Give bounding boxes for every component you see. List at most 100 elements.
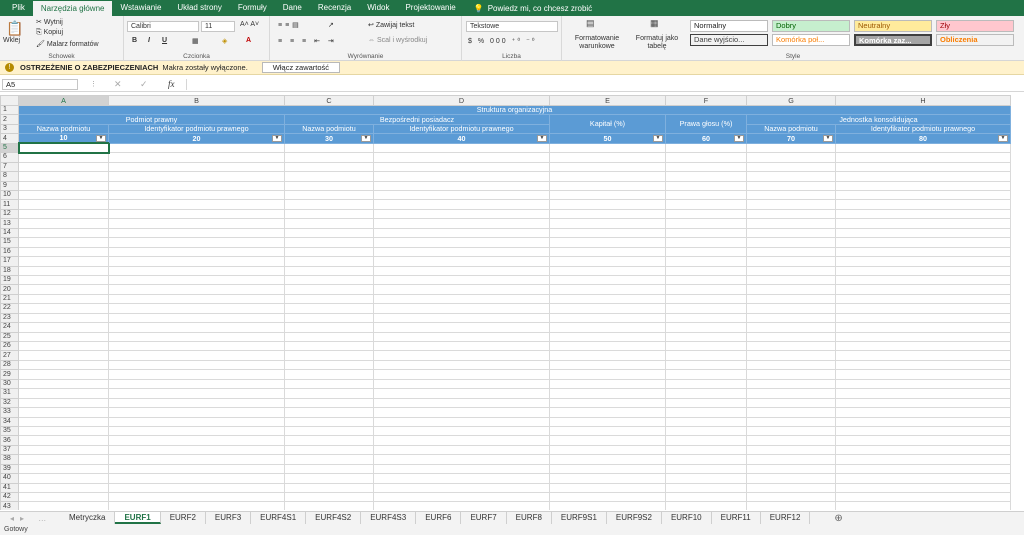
cell[interactable] <box>284 171 374 182</box>
add-sheet-icon[interactable]: ⊕ <box>834 513 842 524</box>
cell[interactable] <box>373 407 550 418</box>
cell[interactable] <box>108 237 285 248</box>
filter-code-cell[interactable]: 70 ▼ <box>746 133 836 144</box>
row-header-15[interactable]: 15 <box>0 237 19 248</box>
row-header-13[interactable]: 13 <box>0 218 19 229</box>
format-painter-button[interactable]: 🖌 Malarz formatów <box>36 40 99 48</box>
column-label-cell[interactable]: Identyfikator podmiotu prawnego <box>835 123 1011 135</box>
cell[interactable] <box>835 491 1011 503</box>
cell[interactable] <box>746 246 836 258</box>
cell[interactable] <box>108 161 285 173</box>
cell[interactable] <box>746 284 836 295</box>
cell[interactable] <box>284 227 374 239</box>
cell[interactable] <box>549 482 666 494</box>
cell[interactable] <box>373 322 550 333</box>
cell[interactable] <box>18 482 109 494</box>
cell[interactable] <box>108 359 285 371</box>
cell[interactable] <box>108 425 285 437</box>
cell[interactable] <box>18 378 109 390</box>
cell[interactable] <box>18 340 109 352</box>
cell[interactable] <box>746 303 836 314</box>
cell[interactable] <box>284 180 374 192</box>
sheet-tab-eurf4s3[interactable]: EURF4S3 <box>361 512 417 524</box>
cell[interactable] <box>746 218 836 229</box>
cell[interactable] <box>108 265 285 276</box>
cell[interactable] <box>835 425 1011 437</box>
cell[interactable] <box>665 350 747 361</box>
cell[interactable] <box>373 142 550 154</box>
cell[interactable] <box>549 340 666 352</box>
cell[interactable] <box>746 237 836 248</box>
cell[interactable] <box>746 208 836 220</box>
cell[interactable] <box>746 444 836 456</box>
cell[interactable] <box>665 416 747 427</box>
row-header-2[interactable]: 2 <box>0 114 19 125</box>
italic-button[interactable]: I <box>148 37 150 44</box>
cell[interactable] <box>108 152 285 163</box>
cell[interactable] <box>284 237 374 248</box>
cell[interactable] <box>746 161 836 173</box>
cell[interactable] <box>284 369 374 380</box>
cell[interactable] <box>18 369 109 380</box>
cell[interactable] <box>746 331 836 343</box>
cell[interactable] <box>18 237 109 248</box>
cell[interactable] <box>665 340 747 352</box>
cell[interactable] <box>373 274 550 286</box>
select-all-corner[interactable] <box>0 95 19 106</box>
cell[interactable] <box>373 189 550 201</box>
cell[interactable] <box>18 435 109 446</box>
cell[interactable] <box>373 265 550 276</box>
row-header-3[interactable]: 3 <box>0 123 19 135</box>
cell[interactable] <box>18 473 109 484</box>
cell[interactable] <box>665 189 747 201</box>
cell[interactable] <box>284 378 374 390</box>
bold-button[interactable]: B <box>132 37 137 44</box>
row-header-6[interactable]: 6 <box>0 152 19 163</box>
cell[interactable] <box>18 208 109 220</box>
cell[interactable] <box>746 322 836 333</box>
cell[interactable] <box>665 293 747 305</box>
cell[interactable] <box>746 482 836 494</box>
cell[interactable] <box>549 161 666 173</box>
sheet-tab-eurf12[interactable]: EURF12 <box>761 512 811 524</box>
cell[interactable] <box>108 256 285 267</box>
cell[interactable] <box>665 256 747 267</box>
cell[interactable] <box>549 388 666 399</box>
cell[interactable] <box>835 359 1011 371</box>
filter-code-cell[interactable]: 20 ▼ <box>108 133 285 144</box>
cell[interactable] <box>549 189 666 201</box>
cell[interactable] <box>373 369 550 380</box>
cell[interactable] <box>835 274 1011 286</box>
cell[interactable] <box>746 312 836 324</box>
cell[interactable] <box>549 208 666 220</box>
column-label-cell[interactable]: Identyfikator podmiotu prawnego <box>373 123 550 135</box>
cell[interactable] <box>284 340 374 352</box>
cell[interactable] <box>665 284 747 295</box>
sheet-tab-eurf2[interactable]: EURF2 <box>161 512 206 524</box>
cell[interactable] <box>549 444 666 456</box>
cell[interactable] <box>835 265 1011 276</box>
cell[interactable] <box>746 142 836 154</box>
currency-icon[interactable]: $ % 000 ⁺⁰ ⁻⁰ <box>468 37 537 45</box>
cell[interactable] <box>373 199 550 210</box>
title-cell[interactable]: Struktura organizacyjna <box>18 104 1011 116</box>
cell[interactable] <box>549 322 666 333</box>
cell[interactable] <box>746 265 836 276</box>
cell[interactable] <box>835 199 1011 210</box>
cell[interactable] <box>108 435 285 446</box>
cell[interactable] <box>746 227 836 239</box>
cell[interactable] <box>108 378 285 390</box>
cell[interactable] <box>835 482 1011 494</box>
row-header-14[interactable]: 14 <box>0 227 19 239</box>
row-header-40[interactable]: 40 <box>0 473 19 484</box>
row-header-11[interactable]: 11 <box>0 199 19 210</box>
sheet-tab-eurf4s1[interactable]: EURF4S1 <box>251 512 307 524</box>
cell[interactable] <box>108 388 285 399</box>
cell[interactable] <box>665 199 747 210</box>
row-header-27[interactable]: 27 <box>0 350 19 361</box>
row-header-26[interactable]: 26 <box>0 340 19 352</box>
cell[interactable] <box>373 425 550 437</box>
cell[interactable] <box>835 312 1011 324</box>
row-header-8[interactable]: 8 <box>0 171 19 182</box>
cell[interactable] <box>18 171 109 182</box>
